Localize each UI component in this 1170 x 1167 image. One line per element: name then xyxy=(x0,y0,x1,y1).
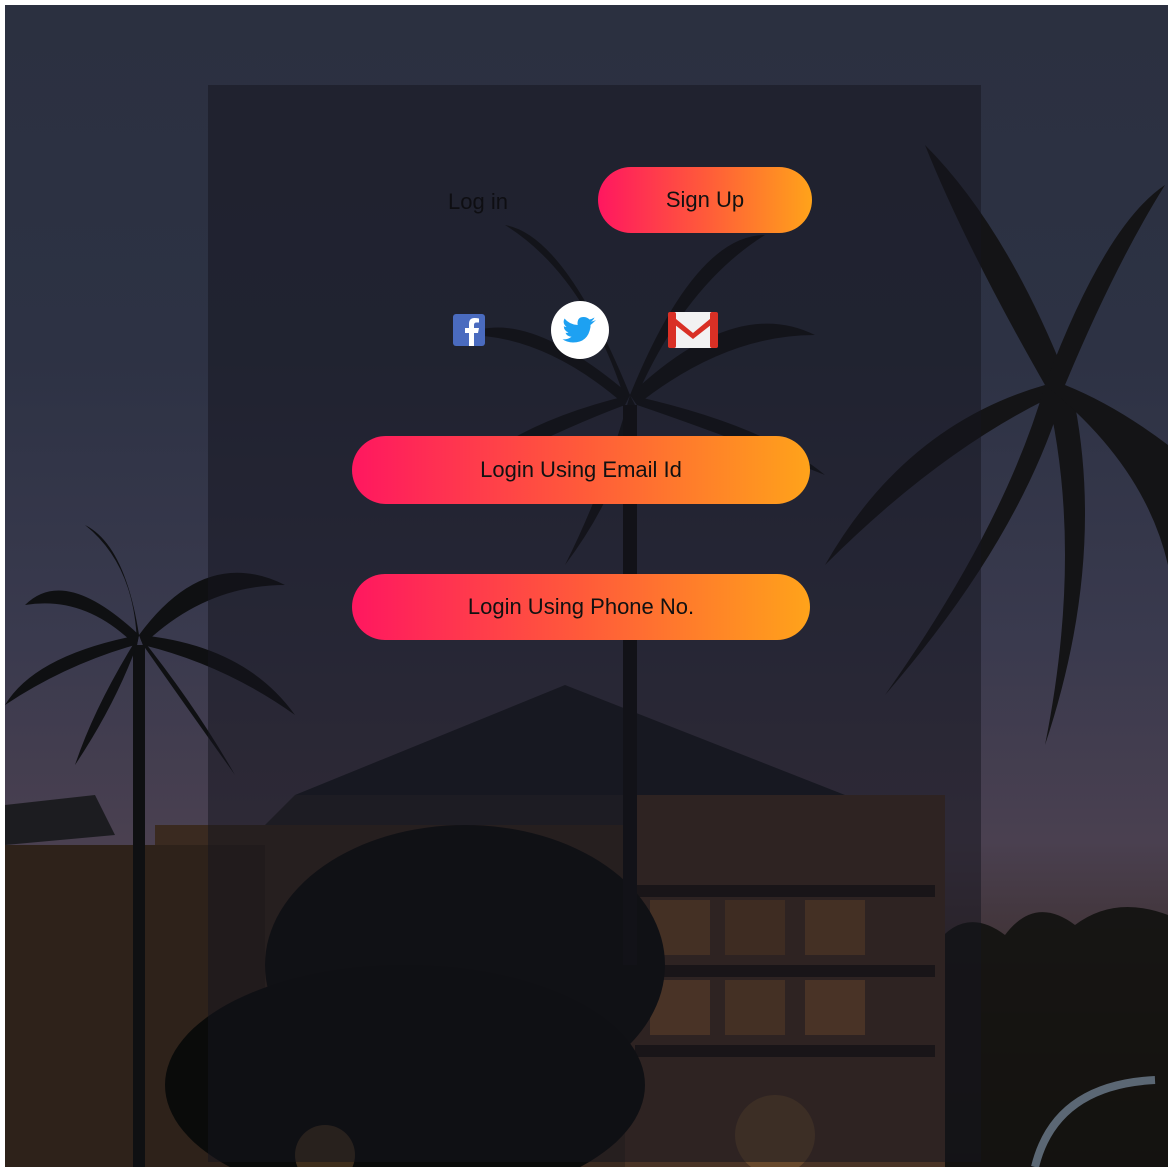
login-phone-button[interactable]: Login Using Phone No. xyxy=(352,574,810,640)
gmail-icon xyxy=(668,312,718,348)
facebook-button[interactable] xyxy=(450,311,488,349)
signup-tab[interactable]: Sign Up xyxy=(598,167,812,233)
gmail-button[interactable] xyxy=(666,309,720,351)
login-email-button[interactable]: Login Using Email Id xyxy=(352,436,810,504)
twitter-button[interactable] xyxy=(550,300,610,360)
login-tab[interactable]: Log in xyxy=(418,184,538,220)
twitter-icon xyxy=(551,301,609,359)
facebook-icon xyxy=(453,314,485,346)
